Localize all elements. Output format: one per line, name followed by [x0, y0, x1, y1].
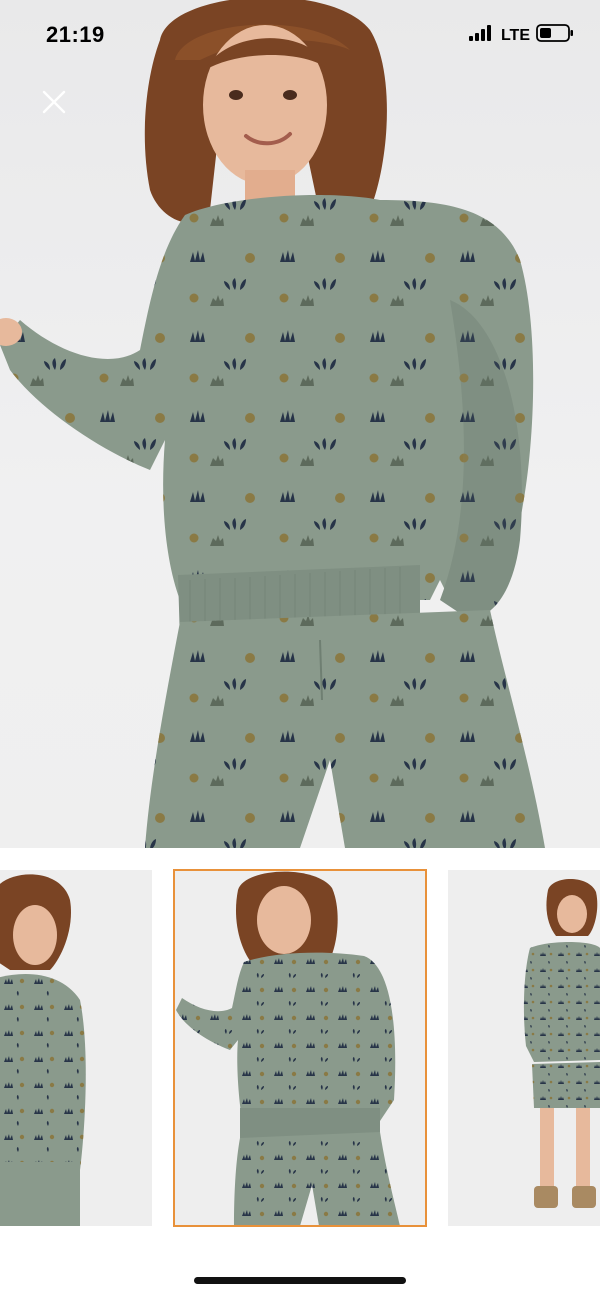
network-label: LTE [500, 26, 530, 44]
home-indicator[interactable] [194, 1277, 406, 1284]
thumbnail-2-photo [174, 870, 426, 1226]
thumbnail-3[interactable] [448, 870, 600, 1226]
product-photo [0, 0, 545, 848]
close-button[interactable] [36, 84, 72, 120]
thumbnail-1-photo [0, 870, 152, 1226]
close-icon [42, 90, 66, 114]
status-time: 21:19 [46, 22, 105, 47]
thumbnail-3-photo [448, 870, 600, 1226]
main-product-image[interactable]: 21:19 LTE [0, 0, 600, 848]
thumbnail-strip [0, 869, 600, 1228]
status-bar: 21:19 LTE [0, 0, 600, 72]
status-indicators: LTE [468, 24, 574, 47]
battery-icon [536, 24, 574, 47]
thumbnail-1[interactable] [0, 870, 152, 1226]
thumbnail-2[interactable] [173, 869, 427, 1227]
signal-icon [468, 25, 495, 46]
